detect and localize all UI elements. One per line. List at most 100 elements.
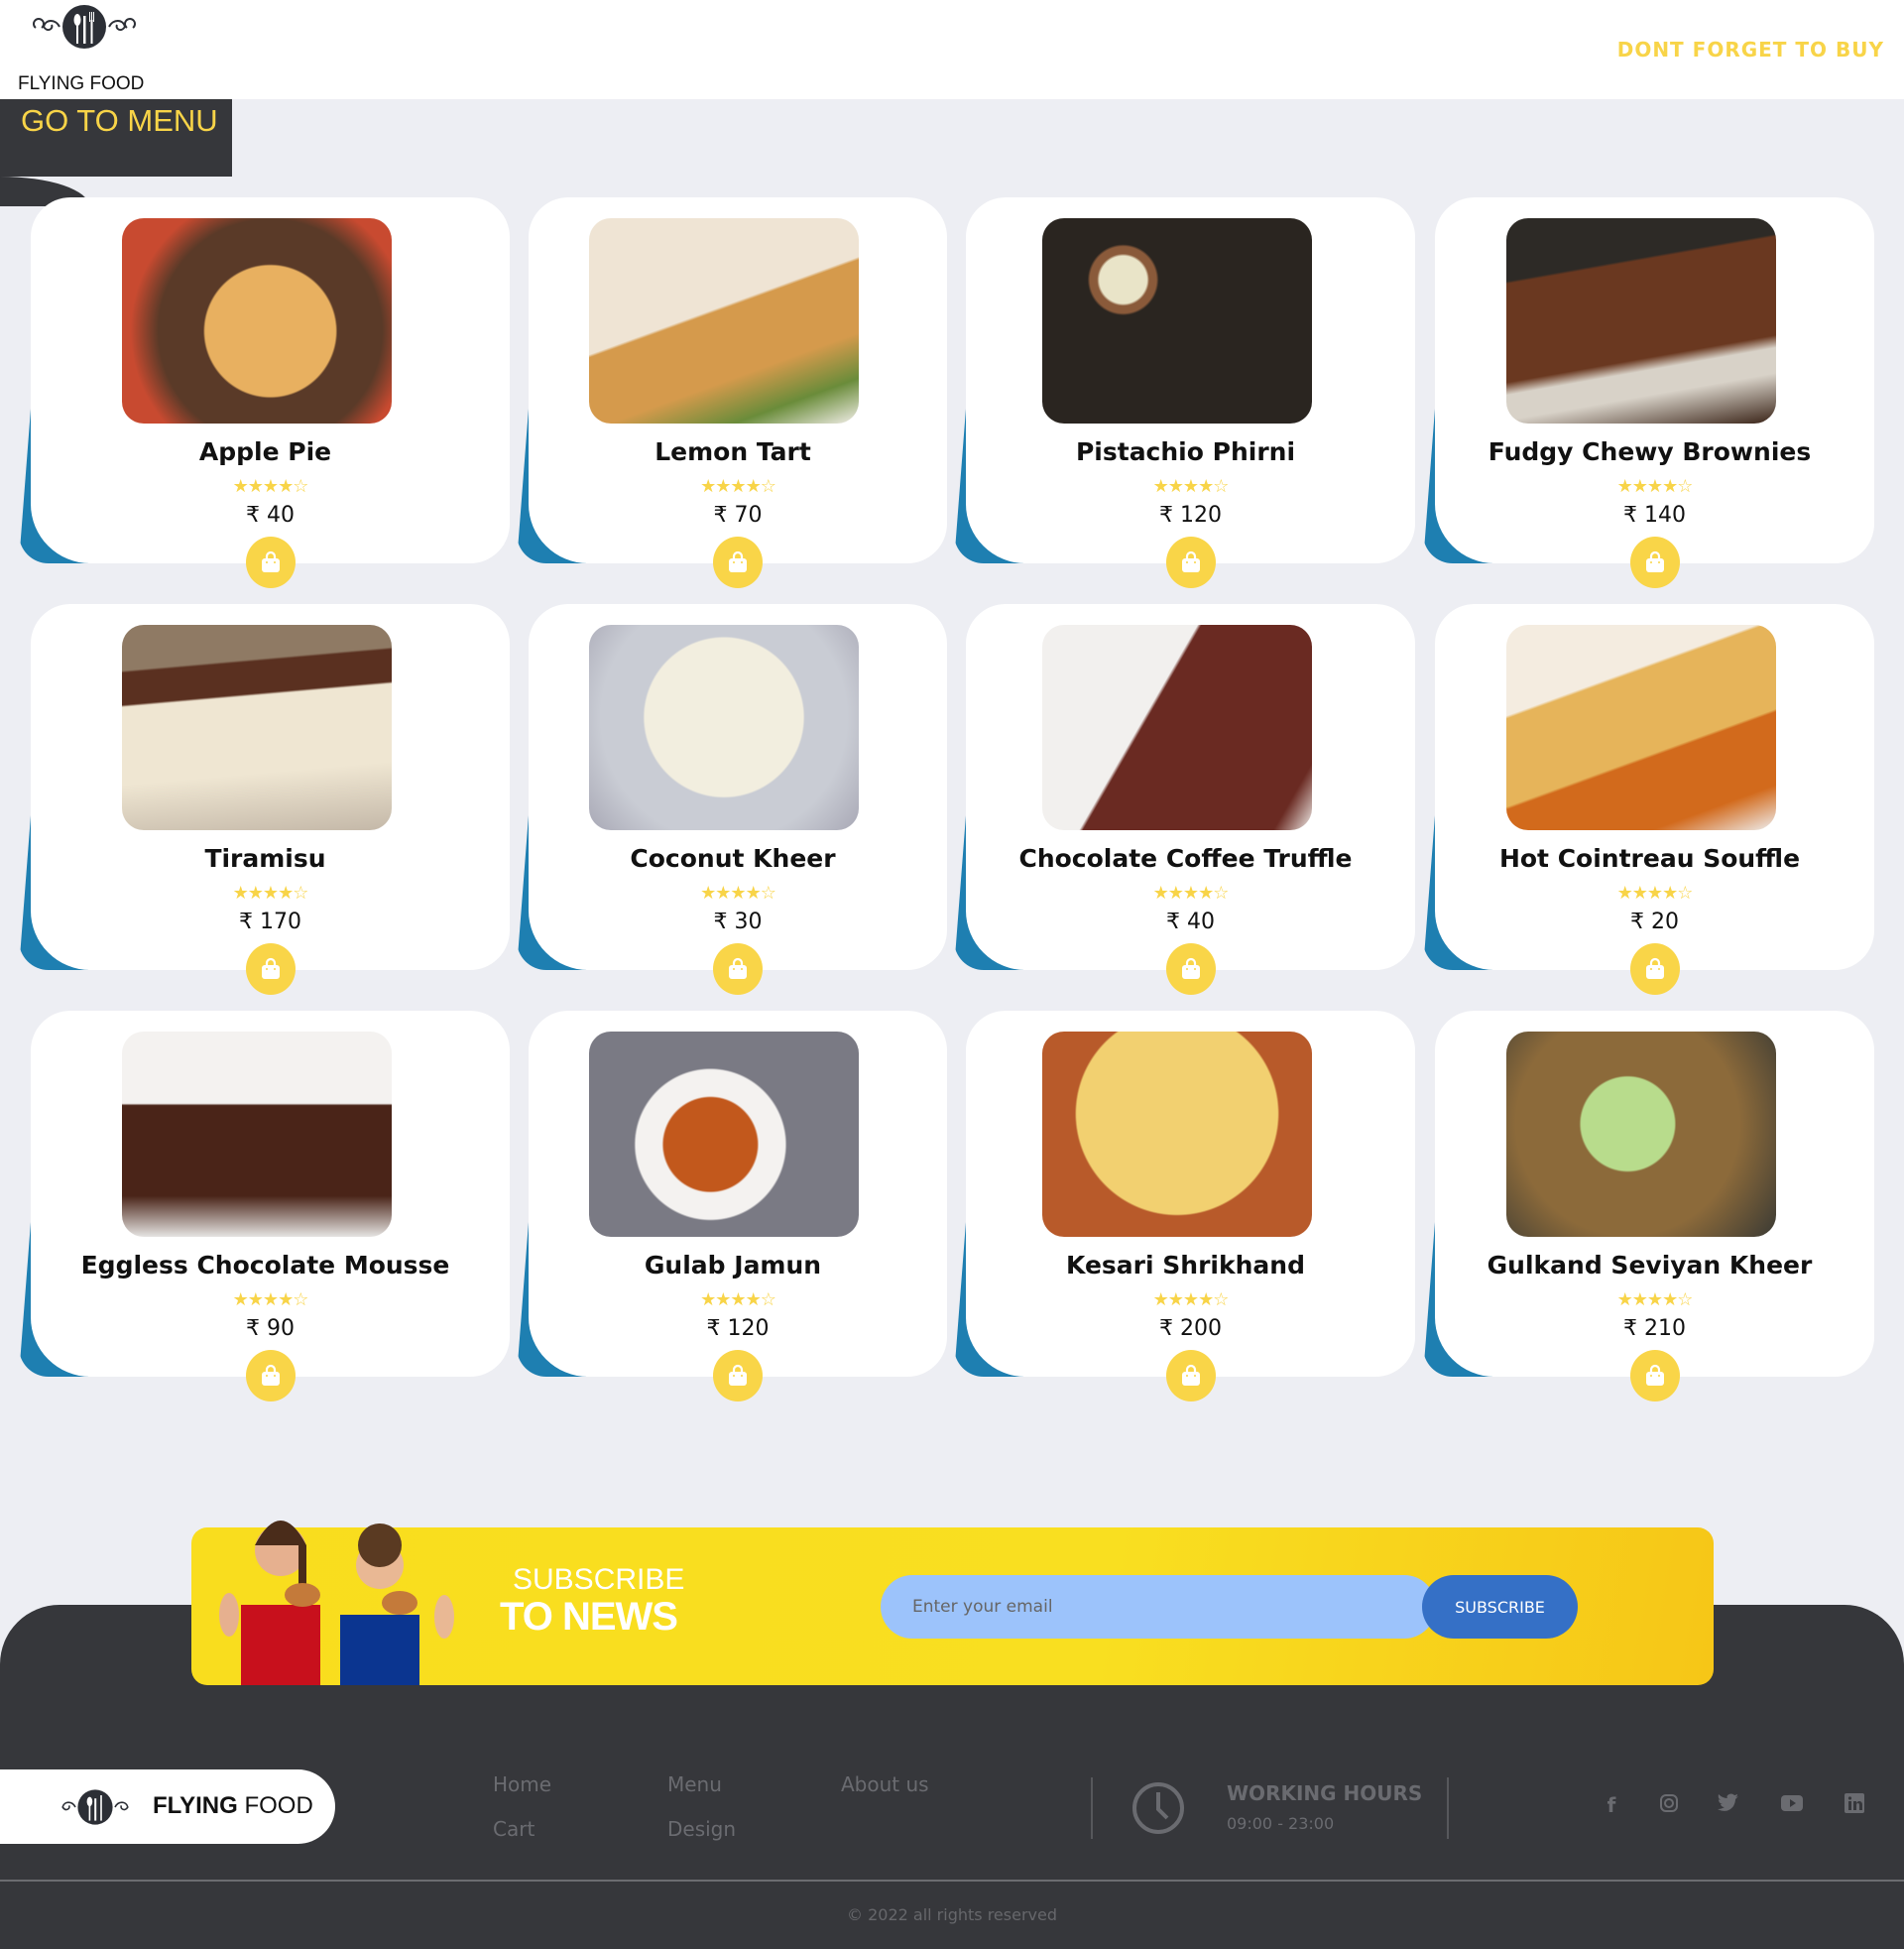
product-price: ₹ 120 (706, 1316, 770, 1341)
product-card[interactable]: Chocolate Coffee Truffle ★★★★☆ ₹ 40 (954, 604, 1415, 995)
product-name: Fudgy Chewy Brownies (1488, 437, 1812, 466)
footer-brand-bold: FLYING (153, 1792, 238, 1819)
add-to-cart-button[interactable] (713, 537, 763, 588)
add-to-cart-button[interactable] (1629, 943, 1680, 995)
star-rating: ★★★★☆ (1616, 476, 1694, 497)
footer-divider (0, 1880, 1904, 1882)
product-card[interactable]: Hot Cointreau Souffle ★★★★☆ ₹ 20 (1423, 604, 1874, 995)
youtube-icon[interactable] (1779, 1793, 1805, 1819)
footer-link-cart[interactable]: Cart (493, 1817, 535, 1841)
product-card[interactable]: Fudgy Chewy Brownies ★★★★☆ ₹ 140 (1423, 197, 1874, 588)
footer-link-menu[interactable]: Menu (667, 1772, 722, 1796)
footer-logo[interactable]: FLYING FOOD (0, 1769, 335, 1844)
product-card[interactable]: Gulkand Seviyan Kheer ★★★★☆ ₹ 210 (1423, 1011, 1874, 1401)
star-rating: ★★★★☆ (700, 883, 776, 904)
clock-icon (1132, 1782, 1184, 1834)
linkedin-icon[interactable] (1842, 1793, 1867, 1819)
copyright: © 2022 all rights reserved (847, 1905, 1057, 1924)
product-image (589, 218, 859, 424)
footer-brand: FLYING FOOD (153, 1792, 313, 1820)
product-price: ₹ 20 (1630, 910, 1679, 934)
star-rating: ★★★★☆ (700, 1289, 776, 1310)
to-news-heading: TO NEWS (500, 1595, 678, 1639)
product-card[interactable]: Eggless Chocolate Mousse ★★★★☆ ₹ 90 (19, 1011, 510, 1401)
product-name: Kesari Shrikhand (1066, 1251, 1305, 1279)
logo[interactable]: FLYING FOOD (10, 2, 159, 97)
star-rating: ★★★★☆ (1616, 883, 1694, 904)
subscribe-button[interactable]: SUBSCRIBE (1422, 1575, 1578, 1639)
star-rating: ★★★★☆ (1152, 476, 1230, 497)
shopping-bag-icon (261, 957, 280, 979)
working-hours-time: 09:00 - 23:00 (1227, 1814, 1335, 1833)
product-card[interactable]: Kesari Shrikhand ★★★★☆ ₹ 200 (954, 1011, 1415, 1401)
product-price: ₹ 70 (713, 503, 763, 528)
add-to-cart-button[interactable] (713, 1350, 763, 1401)
add-to-cart-button[interactable] (245, 537, 296, 588)
shopping-bag-icon (261, 1364, 280, 1386)
add-to-cart-button[interactable] (1629, 1350, 1680, 1401)
shopping-bag-icon (1645, 550, 1664, 572)
product-card[interactable]: Tiramisu ★★★★☆ ₹ 170 (19, 604, 510, 995)
product-image (589, 1032, 859, 1237)
add-to-cart-button[interactable] (1165, 1350, 1216, 1401)
instagram-icon[interactable] (1656, 1793, 1682, 1819)
product-image (589, 625, 859, 830)
product-price: ₹ 170 (239, 910, 301, 934)
star-rating: ★★★★☆ (232, 1289, 309, 1310)
product-image (1505, 625, 1776, 830)
add-to-cart-button[interactable] (1165, 537, 1216, 588)
go-to-menu-banner[interactable]: GO TO MENU (0, 99, 232, 177)
product-card[interactable]: Pistachio Phirni ★★★★☆ ₹ 120 (954, 197, 1415, 588)
footer-link-design[interactable]: Design (667, 1817, 736, 1841)
add-to-cart-button[interactable] (245, 943, 296, 995)
product-card[interactable]: Apple Pie ★★★★☆ ₹ 40 (19, 197, 510, 588)
product-image (121, 1032, 392, 1237)
product-name: Pistachio Phirni (1075, 437, 1296, 466)
product-image (1041, 1032, 1312, 1237)
working-hours-title: WORKING HOURS (1227, 1781, 1423, 1805)
add-to-cart-button[interactable] (1165, 943, 1216, 995)
star-rating: ★★★★☆ (1616, 1289, 1694, 1310)
facebook-icon[interactable]: f (1599, 1793, 1624, 1819)
product-name: Gulab Jamun (644, 1251, 822, 1279)
product-name: Coconut Kheer (630, 844, 836, 873)
product-card[interactable]: Coconut Kheer ★★★★☆ ₹ 30 (517, 604, 947, 995)
product-card[interactable]: Gulab Jamun ★★★★☆ ₹ 120 (517, 1011, 947, 1401)
email-input[interactable] (881, 1575, 1436, 1639)
add-to-cart-button[interactable] (245, 1350, 296, 1401)
footer-link-home[interactable]: Home (493, 1772, 551, 1796)
product-image (121, 218, 392, 424)
product-name: Apple Pie (198, 437, 332, 466)
shopping-bag-icon (1181, 550, 1200, 572)
star-rating: ★★★★☆ (232, 476, 309, 497)
product-image (1505, 1032, 1776, 1237)
product-card[interactable]: Lemon Tart ★★★★☆ ₹ 70 (517, 197, 947, 588)
dont-forget-to-buy-link[interactable]: DONT FORGET TO BUY (1617, 38, 1884, 61)
brand-name: FLYING FOOD (18, 73, 145, 94)
product-price: ₹ 200 (1159, 1316, 1222, 1341)
kids-with-burgers-image (219, 1521, 454, 1685)
twitter-icon[interactable] (1716, 1793, 1741, 1819)
divider (1447, 1777, 1449, 1839)
add-to-cart-button[interactable] (713, 943, 763, 995)
add-to-cart-button[interactable] (1629, 537, 1680, 588)
product-price: ₹ 40 (1166, 910, 1215, 934)
footer-brand-light: FOOD (237, 1792, 313, 1819)
product-name: Eggless Chocolate Mousse (80, 1251, 450, 1279)
product-name: Tiramisu (204, 844, 326, 873)
shopping-bag-icon (1645, 957, 1664, 979)
product-name: Hot Cointreau Souffle (1498, 844, 1801, 873)
product-name: Chocolate Coffee Truffle (1018, 844, 1353, 873)
cutlery-logo-icon (61, 1789, 129, 1825)
product-name: Gulkand Seviyan Kheer (1487, 1251, 1813, 1279)
star-rating: ★★★★☆ (1152, 1289, 1230, 1310)
footer-link-about[interactable]: About us (841, 1772, 929, 1796)
product-image (121, 625, 392, 830)
product-name: Lemon Tart (654, 437, 811, 466)
subscribe-heading: SUBSCRIBE (513, 1563, 685, 1596)
product-image (1505, 218, 1776, 424)
shopping-bag-icon (1645, 1364, 1664, 1386)
product-image (1041, 625, 1312, 830)
product-price: ₹ 30 (713, 910, 763, 934)
star-rating: ★★★★☆ (232, 883, 309, 904)
